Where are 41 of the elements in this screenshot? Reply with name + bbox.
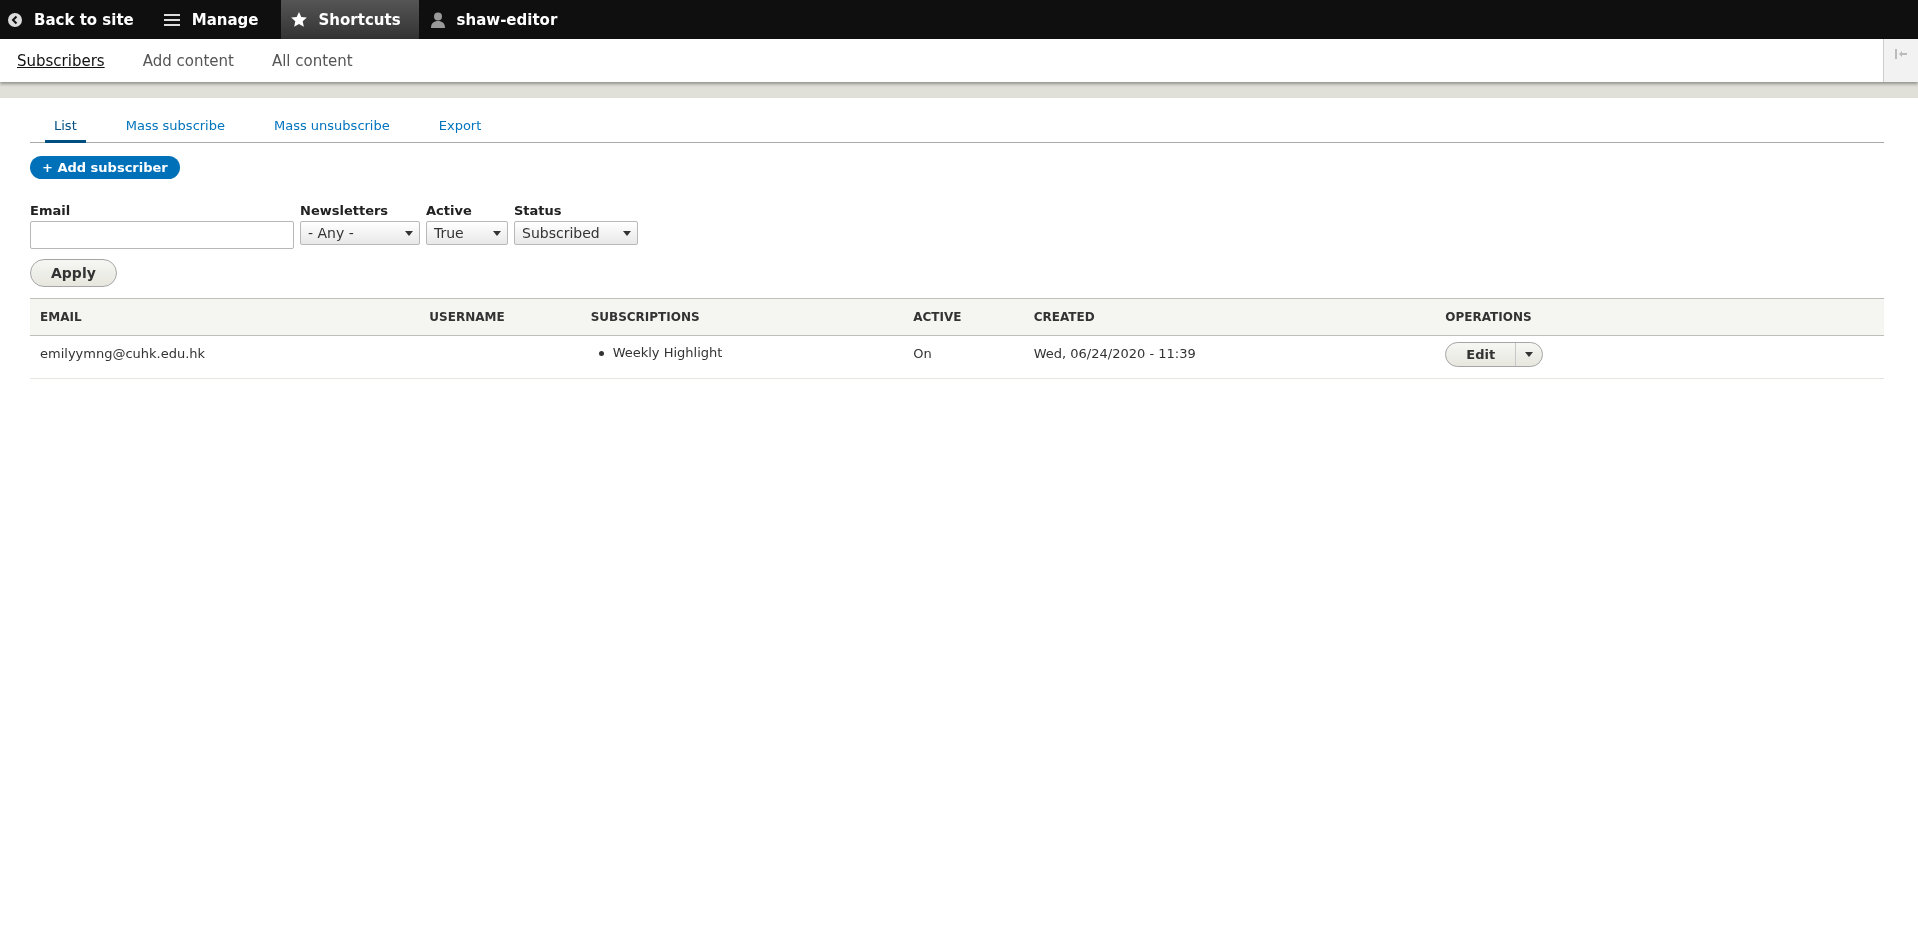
filter-label: Status (514, 203, 563, 218)
select-dropdown[interactable]: - Any - (300, 221, 420, 245)
column-header: OPERATIONS (1435, 298, 1884, 336)
toolbar-item[interactable]: Manage (155, 0, 277, 39)
tab[interactable]: Mass subscribe (116, 118, 234, 143)
table-cell: Wed, 06/24/2020 - 11:39 (1023, 335, 1436, 379)
shortcut-link[interactable]: All content (271, 51, 353, 70)
menu-icon (163, 12, 180, 27)
column-header: CREATED (1023, 298, 1436, 336)
apply-button[interactable]: Apply (30, 259, 117, 287)
add-subscriber-button[interactable]: + Add subscriber (30, 156, 180, 179)
toolbar-item[interactable]: Back to site (0, 0, 152, 39)
shortcut-link[interactable]: Add content (142, 51, 234, 70)
caret-icon (405, 230, 413, 236)
filter-label: Active (426, 203, 473, 218)
table-cell: emilyymng@cuhk.edu.hk (30, 335, 420, 379)
table-cell: On (903, 335, 1024, 379)
tab[interactable]: List (45, 118, 86, 143)
edit-button[interactable]: Edit (1446, 343, 1517, 366)
toolbar-item[interactable]: shaw-editor (422, 0, 576, 39)
select-dropdown[interactable]: True (426, 221, 508, 245)
column-header: EMAIL (30, 298, 420, 336)
select-dropdown[interactable]: Subscribed (514, 221, 638, 245)
caret-icon (493, 230, 501, 236)
email-field[interactable] (30, 221, 294, 249)
caret-icon (623, 230, 631, 236)
column-header: USERNAME (419, 298, 581, 336)
bullet-icon (598, 350, 604, 356)
filter-label: Email (30, 203, 72, 218)
subscription-item: Weekly Highlight (612, 344, 723, 362)
collapse-tray-icon[interactable] (1895, 49, 1907, 59)
star-icon (290, 12, 307, 27)
column-header: SUBSCRIPTIONS (580, 298, 904, 336)
shortcut-link[interactable]: Subscribers (17, 51, 105, 70)
column-header: ACTIVE (903, 298, 1024, 336)
caret-icon (1525, 352, 1534, 357)
tab[interactable]: Export (429, 118, 491, 143)
toolbar-item[interactable]: Shortcuts (280, 0, 419, 39)
filter-label: Newsletters (300, 203, 390, 218)
user-icon (430, 11, 445, 28)
tab[interactable]: Mass unsubscribe (265, 118, 399, 143)
